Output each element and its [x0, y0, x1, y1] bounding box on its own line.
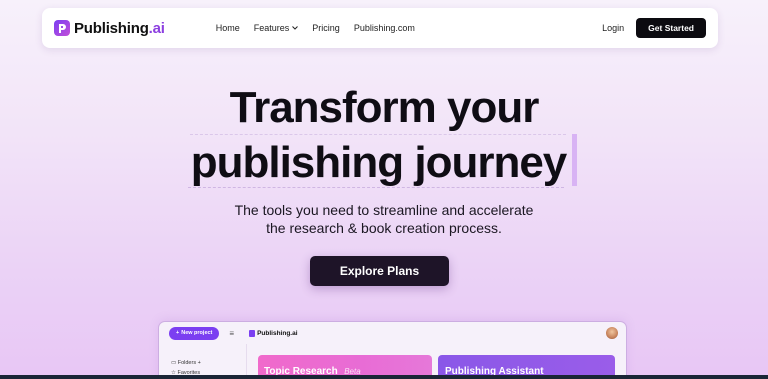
logo-icon — [54, 20, 70, 36]
plus-icon: + — [176, 330, 180, 336]
hero-subtitle: The tools you need to streamline and acc… — [0, 201, 768, 237]
hero-subtitle-line1: The tools you need to streamline and acc… — [234, 202, 534, 218]
brand-logo[interactable]: Publishing.ai — [54, 20, 165, 37]
hero-title-line2: publishing journey — [190, 138, 568, 187]
logo-main-text: Publishing — [74, 19, 149, 37]
nav-link-features[interactable]: Features — [254, 23, 299, 33]
chevron-down-icon — [292, 26, 299, 30]
guide-line-bottom — [188, 187, 564, 188]
nav-link-home[interactable]: Home — [216, 23, 240, 33]
preview-logo: Publishing.ai — [249, 329, 298, 337]
nav-link-publishing-com[interactable]: Publishing.com — [354, 23, 415, 33]
preview-new-project-button[interactable]: + New project — [169, 326, 220, 340]
nav-link-features-label: Features — [253, 23, 290, 33]
app-preview: + New project ≡ Publishing.ai ▭ Folders … — [159, 322, 626, 379]
nav-link-pricing[interactable]: Pricing — [312, 23, 340, 33]
preview-logo-icon — [249, 329, 256, 337]
login-link[interactable]: Login — [602, 23, 624, 33]
hero-subtitle-line2: the research & book creation process. — [266, 220, 502, 236]
nav-links: Home Features Pricing Publishing.com — [216, 23, 415, 33]
logo-accent-text: .ai — [148, 19, 165, 37]
preview-sidebar: ▭ Folders + ☆ Favorites — [159, 344, 247, 379]
sidebar-item-folders-label: Folders — [177, 360, 197, 366]
logo-wordmark: Publishing.ai — [74, 20, 165, 37]
guide-line-top — [190, 134, 566, 135]
get-started-button[interactable]: Get Started — [636, 18, 706, 38]
hero-title-line2-wrap: publishing journey — [0, 134, 768, 187]
explore-plans-button[interactable]: Explore Plans — [310, 256, 449, 286]
nav-right: Login Get Started — [602, 18, 706, 38]
text-cursor — [572, 134, 578, 186]
bottom-edge-strip — [0, 375, 768, 379]
preview-topbar: + New project ≡ Publishing.ai — [159, 322, 626, 344]
folder-icon: ▭ — [171, 360, 177, 366]
preview-new-project-label: New project — [181, 330, 213, 336]
hero-title-line1: Transform your — [229, 83, 540, 132]
avatar[interactable] — [606, 327, 618, 339]
sidebar-item-folders[interactable]: ▭ Folders + — [159, 358, 246, 368]
plus-icon: + — [197, 360, 201, 366]
menu-icon[interactable]: ≡ — [229, 329, 234, 338]
top-navbar: Publishing.ai Home Features Pricing Publ… — [42, 8, 718, 48]
preview-logo-text: Publishing.ai — [257, 329, 298, 337]
